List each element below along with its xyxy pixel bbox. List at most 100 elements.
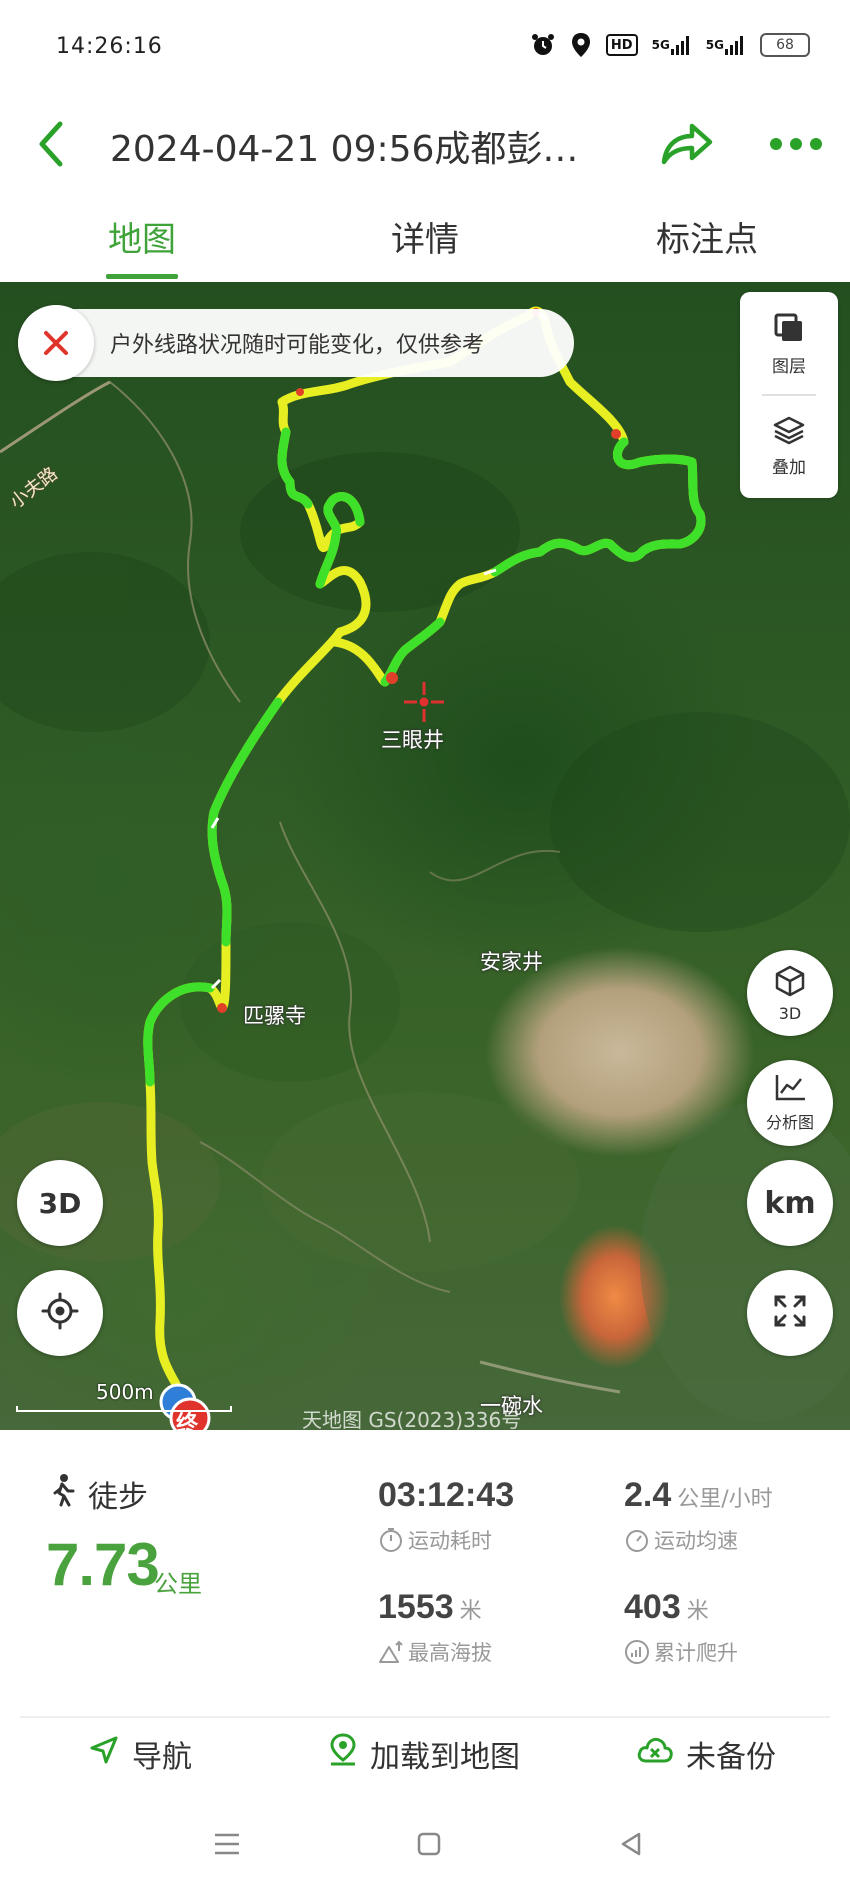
duration-value: 03:12:43 xyxy=(378,1476,515,1514)
tab-active-indicator xyxy=(106,274,178,279)
place-label: 安家井 xyxy=(480,950,543,974)
chart-line-icon xyxy=(773,1073,807,1107)
activity-label: 徒步 xyxy=(88,1480,148,1515)
speed-value: 2.4 xyxy=(624,1476,672,1514)
terrain-3d-button[interactable]: 3D xyxy=(17,1160,103,1246)
back-icon[interactable] xyxy=(606,1822,656,1866)
analysis-label: 分析图 xyxy=(765,1113,814,1132)
header: 2024-04-21 09:56成都彭… xyxy=(0,96,850,192)
terrain-3d-label: 3D xyxy=(38,1186,82,1220)
speedometer-icon xyxy=(626,1530,648,1552)
climb-label: 累计爬升 xyxy=(654,1641,738,1665)
close-icon[interactable] xyxy=(18,305,94,381)
speed-unit: 公里/小时 xyxy=(677,1487,773,1512)
backup-label: 未备份 xyxy=(686,1740,776,1775)
notice-text: 户外线路状况随时可能变化，仅供参考 xyxy=(110,333,485,358)
route-notice: 户外线路状况随时可能变化，仅供参考 xyxy=(18,305,574,381)
navigate-label: 导航 xyxy=(132,1740,192,1775)
crosshair-icon xyxy=(404,682,444,722)
max-altitude-stat: 1553 米 最高海拔 xyxy=(378,1588,492,1667)
overlay-button[interactable]: 叠加 xyxy=(740,396,838,496)
climb-unit: 米 xyxy=(686,1599,709,1624)
navigate-button[interactable]: 导航 xyxy=(88,1732,192,1776)
back-arrow-icon[interactable] xyxy=(30,116,80,172)
layers-button[interactable]: 图层 xyxy=(740,294,838,394)
distance-value: 7.73 xyxy=(46,1531,160,1598)
max-altitude-unit: 米 xyxy=(459,1599,482,1624)
hd-icon: HD xyxy=(605,34,638,56)
locate-icon xyxy=(40,1291,80,1335)
map-view[interactable]: 终 小夫路 三眼井 安家井 匹骡寺 一碗水 天地图 GS(2023)336号 5… xyxy=(0,282,850,1430)
locate-button[interactable] xyxy=(17,1270,103,1356)
overlay-label: 叠加 xyxy=(772,457,806,478)
activity-type: 徒步 xyxy=(50,1472,148,1516)
place-label: 三眼井 xyxy=(381,728,444,752)
road-line xyxy=(0,380,111,454)
navigate-icon xyxy=(88,1734,120,1774)
tab-markers[interactable]: 标注点 xyxy=(656,212,758,261)
system-nav-bar xyxy=(0,1800,850,1889)
menu-icon[interactable] xyxy=(202,1822,252,1866)
analysis-button[interactable]: 分析图 xyxy=(747,1060,833,1146)
scale-label: 500m xyxy=(96,1380,154,1404)
signal-icon: 5G xyxy=(652,30,692,60)
view-3d-label: 3D xyxy=(778,1003,802,1023)
max-altitude-label: 最高海拔 xyxy=(408,1641,492,1665)
hiking-icon xyxy=(50,1473,78,1515)
stopwatch-icon xyxy=(380,1528,402,1552)
signal-2-label: 5G xyxy=(705,38,724,52)
scale-bar xyxy=(16,1406,232,1412)
mountain-icon xyxy=(379,1640,403,1663)
road-line xyxy=(429,849,561,882)
alarm-icon xyxy=(530,30,556,60)
tab-details[interactable]: 详情 xyxy=(391,212,459,261)
unit-km-button[interactable]: km xyxy=(747,1160,833,1246)
action-bar: 导航 加载到地图 未备份 xyxy=(0,1720,850,1800)
road-line xyxy=(479,1360,621,1394)
tab-map[interactable]: 地图 xyxy=(108,212,176,261)
climb-stat: 403 米 累计爬升 xyxy=(624,1588,738,1667)
home-icon[interactable] xyxy=(404,1822,454,1866)
duration-stat: 03:12:43 运动耗时 xyxy=(378,1476,514,1555)
map-scale: 500m xyxy=(16,1380,232,1420)
climb-icon xyxy=(625,1640,649,1664)
divider xyxy=(20,1716,830,1718)
location-icon xyxy=(570,30,592,60)
map-watermark: 天地图 GS(2023)336号 xyxy=(302,1408,522,1430)
duration-label: 运动耗时 xyxy=(408,1529,492,1553)
load-to-map-button[interactable]: 加载到地图 xyxy=(328,1732,520,1776)
stack-icon xyxy=(772,415,806,449)
backup-button[interactable]: 未备份 xyxy=(636,1732,776,1776)
share-icon[interactable] xyxy=(656,114,716,174)
map-pin-icon xyxy=(328,1733,358,1775)
layer-panel: 图层 叠加 xyxy=(740,292,838,498)
km-label: km xyxy=(764,1185,816,1221)
signal-icon: 5G xyxy=(706,30,746,60)
expand-icon xyxy=(772,1293,808,1333)
direction-marks xyxy=(210,311,548,990)
status-time: 14:26:16 xyxy=(56,34,163,59)
max-altitude-value: 1553 xyxy=(378,1588,454,1626)
speed-stat: 2.4 公里/小时 运动均速 xyxy=(624,1476,773,1555)
map-canvas xyxy=(0,306,850,1430)
load-to-map-label: 加载到地图 xyxy=(370,1740,520,1775)
distance-unit: 公里 xyxy=(154,1570,202,1598)
fullscreen-button[interactable] xyxy=(747,1270,833,1356)
status-icons: HD 5G 5G 68 xyxy=(530,30,810,60)
cube-icon xyxy=(773,964,807,1002)
cloud-icon xyxy=(636,1735,674,1773)
tab-bar: 地图 详情 标注点 xyxy=(0,200,850,282)
signal-1-label: 5G xyxy=(651,38,670,52)
speed-label: 运动均速 xyxy=(654,1529,738,1553)
climb-value: 403 xyxy=(624,1588,681,1626)
status-bar: 14:26:16 HD 5G 5G 68 xyxy=(0,0,850,96)
battery-icon: 68 xyxy=(760,33,810,57)
more-icon[interactable] xyxy=(770,126,822,162)
place-label: 匹骡寺 xyxy=(243,1004,306,1028)
gps-track-slow-points xyxy=(217,308,621,1013)
view-3d-button[interactable]: 3D xyxy=(747,950,833,1036)
layers-square-icon xyxy=(773,312,805,348)
page-title: 2024-04-21 09:56成都彭… xyxy=(110,129,579,170)
layers-label: 图层 xyxy=(772,356,806,377)
stats-panel: 徒步 7.73 公里 03:12:43 运动耗时 2.4 公里/小时 运动均速 1… xyxy=(0,1430,850,1720)
